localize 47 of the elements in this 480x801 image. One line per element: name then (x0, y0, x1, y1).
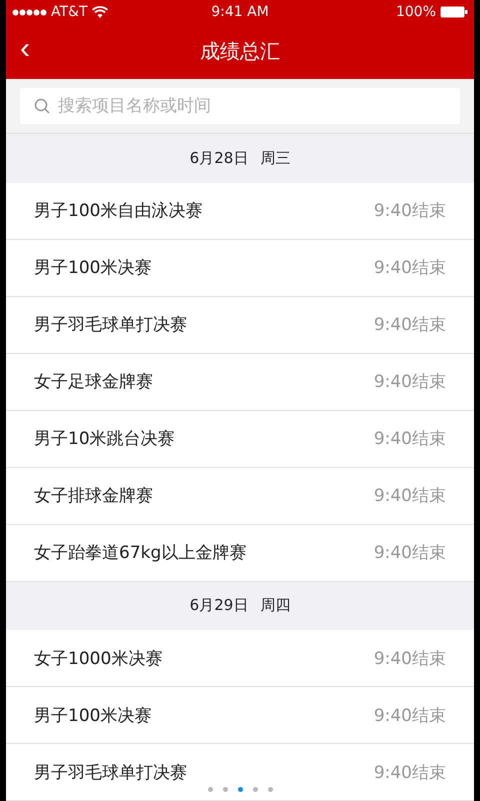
event-row[interactable]: 男子100米自由泳决赛 9:40结束 (6, 182, 474, 240)
event-status: 9:40结束 (374, 704, 446, 726)
event-row[interactable]: 男子100米决赛 9:40结束 (6, 240, 474, 296)
page-dot[interactable] (208, 787, 212, 792)
section-weekday: 周四 (260, 596, 290, 616)
event-status: 9:40结束 (374, 542, 446, 564)
page-title: 成绩总汇 (200, 38, 280, 65)
event-row[interactable]: 男子10米跳台决赛 9:40结束 (6, 410, 474, 468)
event-name: 女子排球金牌赛 (34, 485, 153, 507)
clock-time: 9:41 AM (211, 4, 269, 20)
event-name: 女子1000米决赛 (34, 648, 162, 670)
page-dot[interactable] (252, 787, 258, 792)
back-button[interactable]: ‹ (14, 34, 36, 64)
event-name: 男子10米跳台决赛 (34, 428, 175, 450)
event-name: 男子100米自由泳决赛 (34, 200, 202, 222)
event-name: 男子100米决赛 (34, 704, 152, 726)
section-date: 6月28日 (190, 148, 248, 168)
event-status: 9:40结束 (374, 762, 446, 784)
search-icon (34, 98, 50, 114)
event-status: 9:40结束 (374, 485, 446, 507)
event-row[interactable]: 女子足球金牌赛 9:40结束 (6, 354, 474, 410)
event-status: 9:40结束 (374, 371, 446, 393)
event-status: 9:40结束 (374, 257, 446, 279)
page-dot[interactable] (238, 787, 242, 792)
page-dot[interactable] (268, 787, 272, 792)
event-row[interactable]: 女子1000米决赛 9:40结束 (6, 630, 474, 687)
event-row[interactable]: 男子100米决赛 9:40结束 (6, 687, 474, 744)
event-status: 9:40结束 (374, 200, 446, 222)
signal-icon (12, 8, 47, 16)
event-name: 男子100米决赛 (34, 257, 152, 279)
event-status: 9:40结束 (374, 648, 446, 670)
carrier-name: AT&T (51, 4, 88, 20)
battery-icon (440, 6, 468, 18)
event-status: 9:40结束 (374, 428, 446, 450)
section-date: 6月29日 (190, 596, 248, 616)
event-row[interactable]: 女子排球金牌赛 9:40结束 (6, 468, 474, 524)
event-name: 男子羽毛球单打决赛 (34, 762, 187, 784)
page-dot[interactable] (222, 787, 228, 792)
section-weekday: 周三 (260, 148, 290, 168)
search-field[interactable]: 搜索项目名称或时间 (20, 88, 460, 124)
event-name: 男子羽毛球单打决赛 (34, 314, 187, 336)
wifi-icon (92, 6, 108, 18)
event-name: 女子跆拳道67kg以上金牌赛 (34, 542, 246, 564)
event-status: 9:40结束 (374, 314, 446, 336)
event-row[interactable]: 男子羽毛球单打决赛 9:40结束 (6, 296, 474, 354)
battery-percent: 100% (396, 4, 436, 20)
event-name: 女子足球金牌赛 (34, 371, 153, 393)
